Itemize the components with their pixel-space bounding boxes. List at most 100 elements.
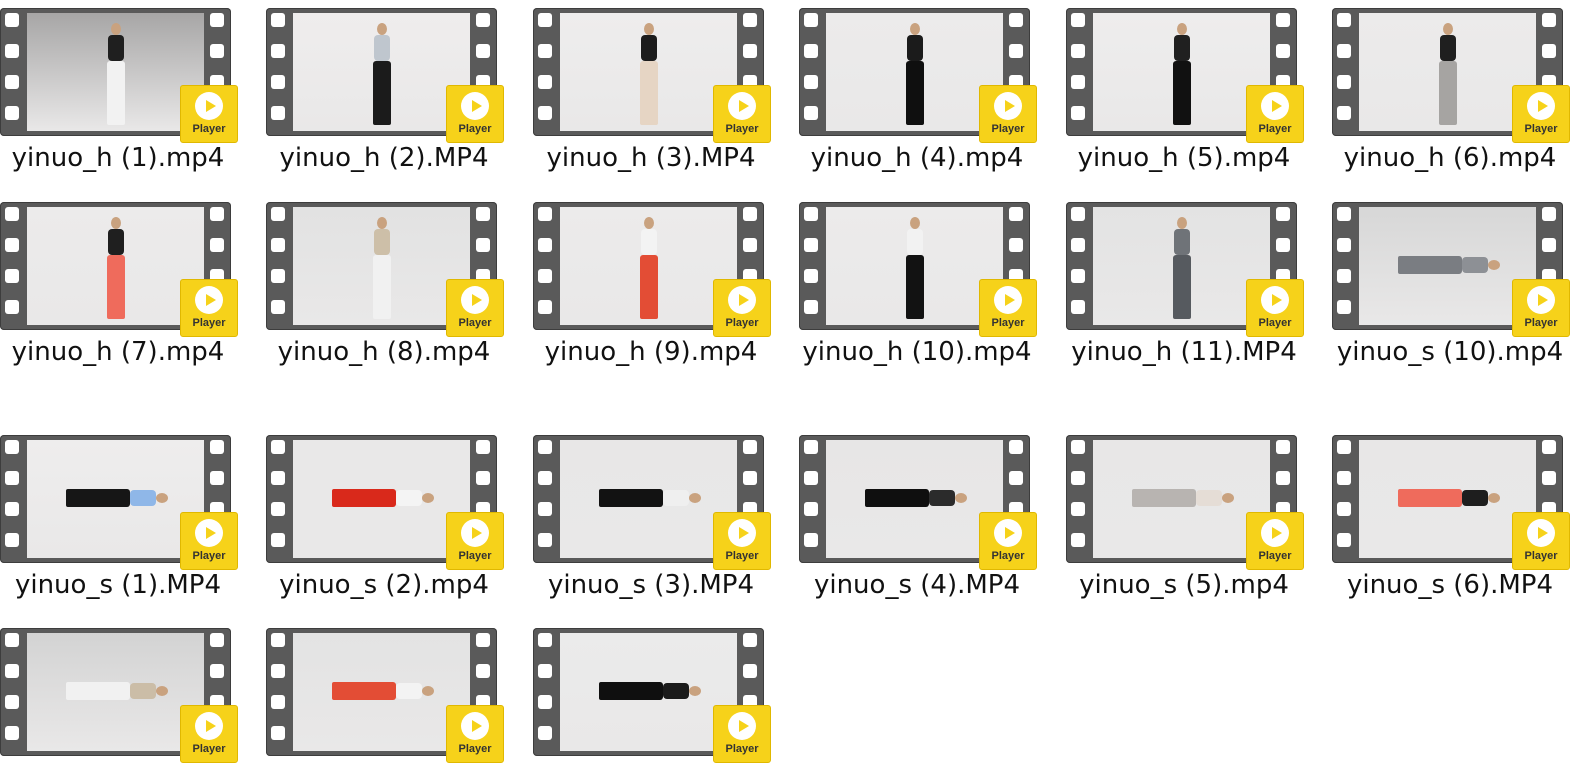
player-badge-label: Player — [725, 317, 759, 329]
play-icon — [461, 712, 489, 740]
player-badge: Player — [446, 512, 504, 570]
video-thumbnail[interactable]: Player — [533, 194, 799, 337]
play-icon — [461, 92, 489, 120]
player-badge-label: Player — [991, 550, 1025, 562]
file-name[interactable]: yinuo_s (5).mp4 — [1066, 565, 1302, 605]
file-name[interactable]: yinuo_s (4).MP4 — [799, 565, 1035, 605]
file-name[interactable]: yinuo_s (1).MP4 — [0, 565, 236, 605]
film-sprocket-holes — [1332, 435, 1358, 563]
file-name[interactable]: yinuo_h (10).mp4 — [799, 332, 1035, 372]
video-thumbnail[interactable]: Player — [799, 427, 1065, 570]
video-preview-image — [826, 440, 1003, 558]
video-preview-image — [293, 633, 470, 751]
video-thumbnail[interactable]: Player — [799, 194, 1065, 337]
file-name[interactable]: yinuo_h (6).mp4 — [1332, 138, 1568, 178]
video-preview-image — [1093, 440, 1270, 558]
video-preview-image — [1093, 207, 1270, 325]
video-thumbnail[interactable]: Player — [266, 620, 532, 763]
player-badge: Player — [713, 705, 771, 763]
player-badge-label: Player — [1258, 123, 1292, 135]
player-badge: Player — [180, 279, 238, 337]
film-sprocket-holes — [799, 202, 825, 330]
video-thumbnail[interactable]: Player — [0, 0, 266, 143]
player-badge-label: Player — [725, 123, 759, 135]
video-thumbnail[interactable]: Player — [1332, 427, 1571, 570]
file-name[interactable]: yinuo_s (2).mp4 — [266, 565, 502, 605]
player-badge: Player — [180, 85, 238, 143]
film-sprocket-holes — [266, 8, 292, 136]
file-name[interactable]: yinuo_h (4).mp4 — [799, 138, 1035, 178]
video-thumbnail[interactable]: Player — [1066, 194, 1332, 337]
film-sprocket-holes — [0, 628, 26, 756]
player-badge-label: Player — [725, 743, 759, 755]
video-thumbnail[interactable]: Player — [1066, 0, 1332, 143]
play-icon — [994, 286, 1022, 314]
video-preview-image — [293, 440, 470, 558]
player-badge: Player — [446, 279, 504, 337]
player-badge-label: Player — [458, 743, 492, 755]
video-preview-image — [27, 633, 204, 751]
video-preview-image — [27, 207, 204, 325]
video-thumbnail[interactable]: Player — [266, 0, 532, 143]
play-icon — [461, 286, 489, 314]
video-preview-image — [27, 13, 204, 131]
player-badge: Player — [1246, 85, 1304, 143]
video-thumbnail[interactable]: Player — [533, 620, 799, 763]
video-preview-image — [1093, 13, 1270, 131]
play-icon — [1527, 519, 1555, 547]
video-thumbnail[interactable]: Player — [1332, 194, 1571, 337]
film-sprocket-holes — [533, 202, 559, 330]
file-name[interactable]: yinuo_h (2).MP4 — [266, 138, 502, 178]
file-name[interactable]: yinuo_s (10).mp4 — [1332, 332, 1568, 372]
film-sprocket-holes — [533, 628, 559, 756]
video-thumbnail[interactable]: Player — [1066, 427, 1332, 570]
video-thumbnail[interactable]: Player — [533, 427, 799, 570]
video-thumbnail[interactable]: Player — [799, 0, 1065, 143]
player-badge: Player — [180, 512, 238, 570]
play-icon — [994, 519, 1022, 547]
video-thumbnail[interactable]: Player — [0, 427, 266, 570]
film-sprocket-holes — [266, 202, 292, 330]
file-name[interactable]: yinuo_h (7).mp4 — [0, 332, 236, 372]
play-icon — [195, 92, 223, 120]
player-badge: Player — [979, 85, 1037, 143]
player-badge-label: Player — [192, 550, 226, 562]
film-sprocket-holes — [0, 435, 26, 563]
play-icon — [1527, 286, 1555, 314]
video-thumbnail[interactable]: Player — [0, 620, 266, 763]
film-sprocket-holes — [533, 435, 559, 563]
player-badge-label: Player — [458, 123, 492, 135]
player-badge: Player — [1246, 279, 1304, 337]
file-name[interactable]: yinuo_h (8).mp4 — [266, 332, 502, 372]
video-thumbnail[interactable]: Player — [533, 0, 799, 143]
file-name[interactable]: yinuo_s (3).MP4 — [533, 565, 769, 605]
player-badge-label: Player — [1258, 550, 1292, 562]
file-name[interactable]: yinuo_h (9).mp4 — [533, 332, 769, 372]
player-badge-label: Player — [991, 123, 1025, 135]
file-name[interactable]: yinuo_h (5).mp4 — [1066, 138, 1302, 178]
play-icon — [1261, 286, 1289, 314]
player-badge: Player — [180, 705, 238, 763]
film-sprocket-holes — [799, 8, 825, 136]
file-name[interactable]: yinuo_s (6).MP4 — [1332, 565, 1568, 605]
file-name[interactable]: yinuo_h (1).mp4 — [0, 138, 236, 178]
player-badge-label: Player — [1524, 550, 1558, 562]
video-preview-image — [293, 207, 470, 325]
file-name[interactable]: yinuo_h (11).MP4 — [1066, 332, 1302, 372]
video-thumbnail[interactable]: Player — [266, 427, 532, 570]
video-thumbnail[interactable]: Player — [0, 194, 266, 337]
file-name[interactable]: yinuo_h (3).MP4 — [533, 138, 769, 178]
video-thumbnail[interactable]: Player — [266, 194, 532, 337]
play-icon — [1527, 92, 1555, 120]
film-sprocket-holes — [1066, 202, 1092, 330]
video-thumbnail[interactable]: Player — [1332, 0, 1571, 143]
player-badge: Player — [713, 512, 771, 570]
video-preview-image — [826, 207, 1003, 325]
play-icon — [728, 712, 756, 740]
video-preview-image — [27, 440, 204, 558]
film-sprocket-holes — [0, 202, 26, 330]
play-icon — [1261, 519, 1289, 547]
player-badge-label: Player — [192, 123, 226, 135]
video-preview-image — [826, 13, 1003, 131]
video-preview-image — [560, 207, 737, 325]
